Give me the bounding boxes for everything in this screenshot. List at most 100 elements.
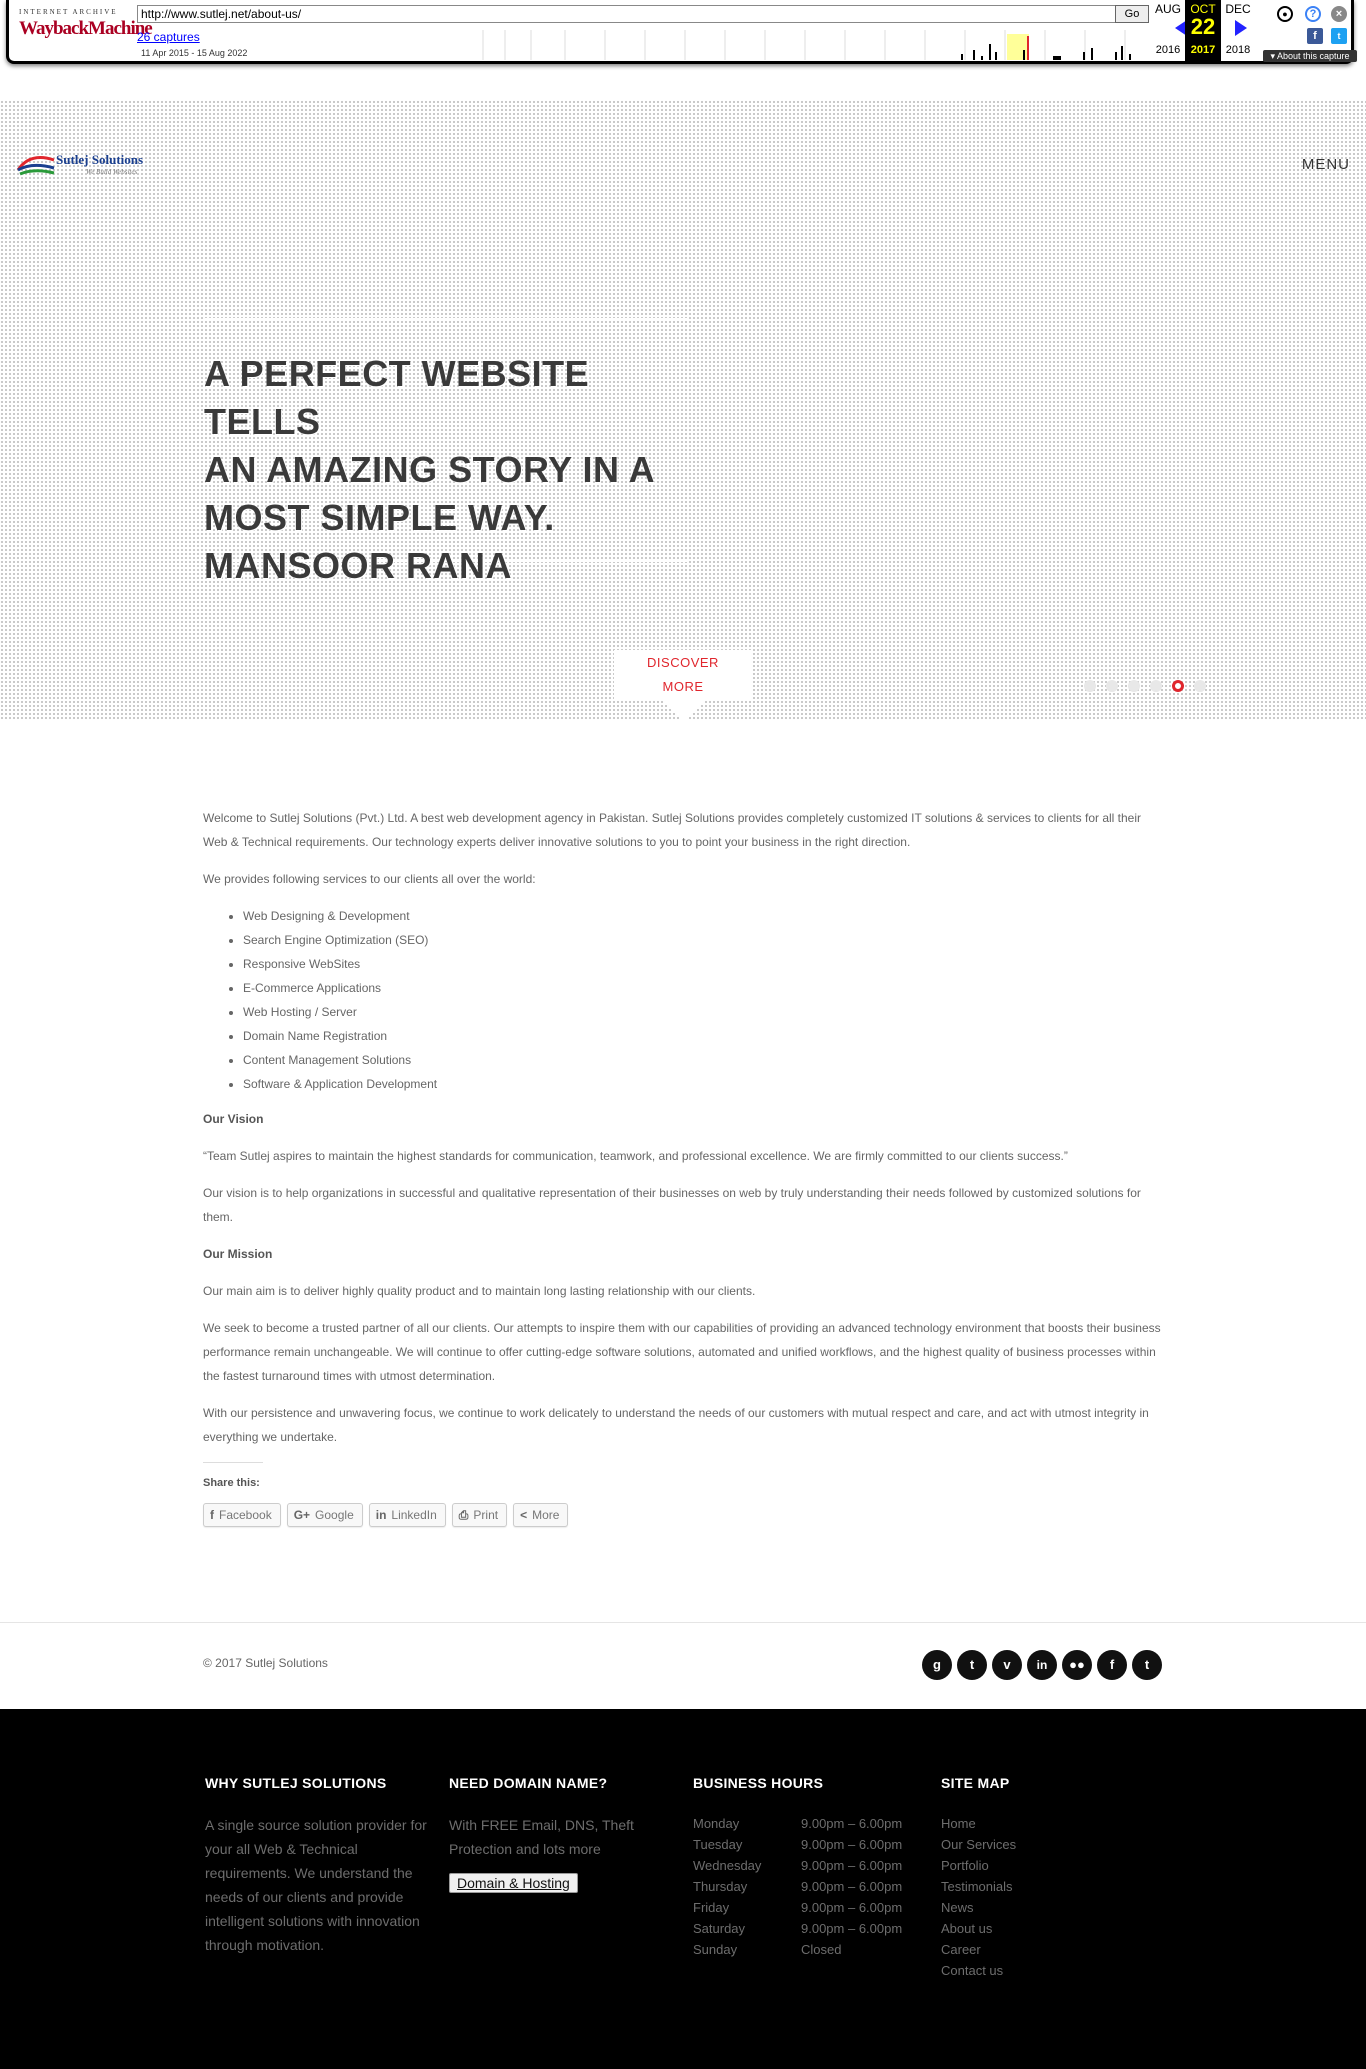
wayback-next-arrow-icon[interactable] [1235,20,1247,36]
list-item: Web Designing & Development [243,904,1163,928]
list-item: Responsive WebSites [243,952,1163,976]
list-item: E-Commerce Applications [243,976,1163,1000]
slider-dot[interactable] [1150,680,1162,692]
slider-dot[interactable] [1084,680,1096,692]
services-list: Web Designing & Development Search Engin… [243,904,1163,1096]
site-logo[interactable]: Sutlej Solutions We Build Websites [16,148,166,182]
mission-paragraph: We seek to become a trusted partner of a… [203,1321,1161,1383]
footer-divider [0,1622,1366,1623]
wayback-prev-month[interactable]: AUG [1151,2,1185,16]
wayback-next-year[interactable]: 2018 [1221,44,1255,56]
list-item: Web Hosting / Server [243,1000,1163,1024]
discover-line2: MORE [662,679,704,694]
slider-dot[interactable] [1194,680,1206,692]
sitemap-link-about[interactable]: About us [941,1918,1141,1939]
hours-time: 9.00pm – 6.00pm [801,1921,903,1936]
hero-quote-line: MANSOOR RANA [204,545,512,586]
vimeo-icon[interactable]: v [992,1650,1022,1680]
footer-domain: NEED DOMAIN NAME? With FREE Email, DNS, … [449,1775,669,1893]
hero-quote-box: A PERFECT WEBSITE TELLS AN AMAZING STORY… [204,318,688,586]
wayback-logo-main: WaybackMachine [19,18,153,39]
user-icon[interactable]: ● [1277,6,1293,22]
sitemap-link-news[interactable]: News [941,1897,1141,1918]
logo-wave-icon [16,156,55,176]
wayback-logo[interactable]: INTERNET ARCHIVE WaybackMachine [19,8,153,52]
share-linkedin-button[interactable]: in LinkedIn [368,1503,446,1527]
hours-table: Monday 9.00pm – 6.00pm Tuesday 9.00pm – 6.… [693,1813,923,1960]
wayback-go-button[interactable]: Go [1115,5,1149,23]
hours-day: Friday [693,1900,730,1915]
menu-button[interactable]: MENU [1302,156,1350,173]
share-title: Share this: [203,1477,260,1489]
hours-row: Monday 9.00pm – 6.00pm [693,1813,923,1834]
domain-hosting-button[interactable]: Domain & Hosting [449,1873,578,1893]
footer-why-text: A single source solution provider for yo… [205,1817,427,1953]
slider-dot[interactable] [1106,680,1118,692]
hero-quote-line: A PERFECT WEBSITE TELLS [204,353,590,442]
sitemap-link-career[interactable]: Career [941,1939,1141,1960]
sitemap-link-testimonials[interactable]: Testimonials [941,1876,1141,1897]
footer-hours: BUSINESS HOURS Monday 9.00pm – 6.00pm Tue… [693,1775,923,1960]
hero-section: Sutlej Solutions We Build Websites MENU … [0,100,1366,722]
site-footer: WHY SUTLEJ SOLUTIONS A single source sol… [0,1709,1366,2069]
sitemap-link-services[interactable]: Our Services [941,1834,1141,1855]
discover-arrow-icon [662,700,706,722]
share-buttons: f Facebook G+ Google in LinkedIn ⎙ Print… [203,1503,1163,1527]
wayback-current-date: OCT 22 2017 [1185,0,1221,62]
share-label: Facebook [219,1508,272,1522]
hours-time: 9.00pm – 6.00pm [801,1816,903,1831]
share-label: Google [315,1508,354,1522]
footer-sitemap-title: SITE MAP [941,1775,1010,1791]
wayback-current-day: 22 [1190,14,1216,39]
facebook-icon: f [210,1508,214,1522]
close-icon[interactable]: × [1331,6,1347,22]
sitemap-link-home[interactable]: Home [941,1813,1141,1834]
vision-text: Our vision is to help organizations in s… [203,1186,1141,1224]
flickr-icon[interactable]: ●● [1062,1650,1092,1680]
facebook-icon[interactable]: f [1307,28,1323,44]
list-item: Content Management Solutions [243,1048,1163,1072]
twitter-icon[interactable]: t [1331,28,1347,44]
hours-row: Saturday 9.00pm – 6.00pm [693,1918,923,1939]
share-google-button[interactable]: G+ Google [286,1503,363,1527]
list-item: Software & Application Development [243,1072,1163,1096]
help-icon[interactable]: ? [1305,6,1321,22]
facebook-icon[interactable]: f [1097,1650,1127,1680]
slider-dot-active[interactable] [1172,680,1184,692]
wayback-toolbar: INTERNET ARCHIVE WaybackMachine Go 26 ca… [6,0,1357,64]
linkedin-icon: in [375,1508,387,1522]
wayback-captures-link[interactable]: 26 captures [137,30,200,44]
share-print-button[interactable]: ⎙ Print [451,1503,508,1527]
sitemap-link-contact[interactable]: Contact us [941,1960,1141,1981]
share-label: Print [473,1508,499,1522]
wayback-sparkline[interactable] [475,30,1159,60]
hours-day: Thursday [693,1879,748,1894]
wayback-url-input[interactable] [137,5,1117,23]
list-item: Domain Name Registration [243,1024,1163,1048]
hours-day: Wednesday [693,1858,762,1873]
footer-hours-title: BUSINESS HOURS [693,1775,824,1791]
sitemap-link-portfolio[interactable]: Portfolio [941,1855,1141,1876]
share-divider [203,1462,263,1463]
google-plus-icon[interactable]: g [922,1650,952,1680]
linkedin-icon[interactable]: in [1027,1650,1057,1680]
twitter-icon[interactable]: t [1132,1650,1162,1680]
share-more-button[interactable]: < More [513,1503,569,1527]
google-plus-icon: G+ [293,1508,311,1522]
wayback-date-range: 11 Apr 2015 - 15 Aug 2022 [141,48,248,58]
intro-paragraph: Welcome to Sutlej Solutions (Pvt.) Ltd. … [203,811,1142,849]
hours-day: Monday [693,1816,740,1831]
tumblr-icon[interactable]: t [957,1650,987,1680]
discover-more-button[interactable]: DISCOVER MORE [614,650,752,700]
slider-dot[interactable] [1128,680,1140,692]
wayback-about-capture[interactable]: ▾ About this capture [1263,50,1357,62]
wayback-prev-year[interactable]: 2016 [1151,44,1185,56]
mission-paragraph: With our persistence and unwavering focu… [203,1406,1149,1444]
print-icon: ⎙ [458,1508,469,1522]
share-facebook-button[interactable]: f Facebook [203,1503,281,1527]
hours-row: Wednesday 9.00pm – 6.00pm [693,1855,923,1876]
wayback-next-month[interactable]: DEC [1221,2,1255,16]
wayback-logo-top: INTERNET ARCHIVE [19,8,118,16]
hours-time: 9.00pm – 6.00pm [801,1900,903,1915]
hours-time: 9.00pm – 6.00pm [801,1858,903,1873]
